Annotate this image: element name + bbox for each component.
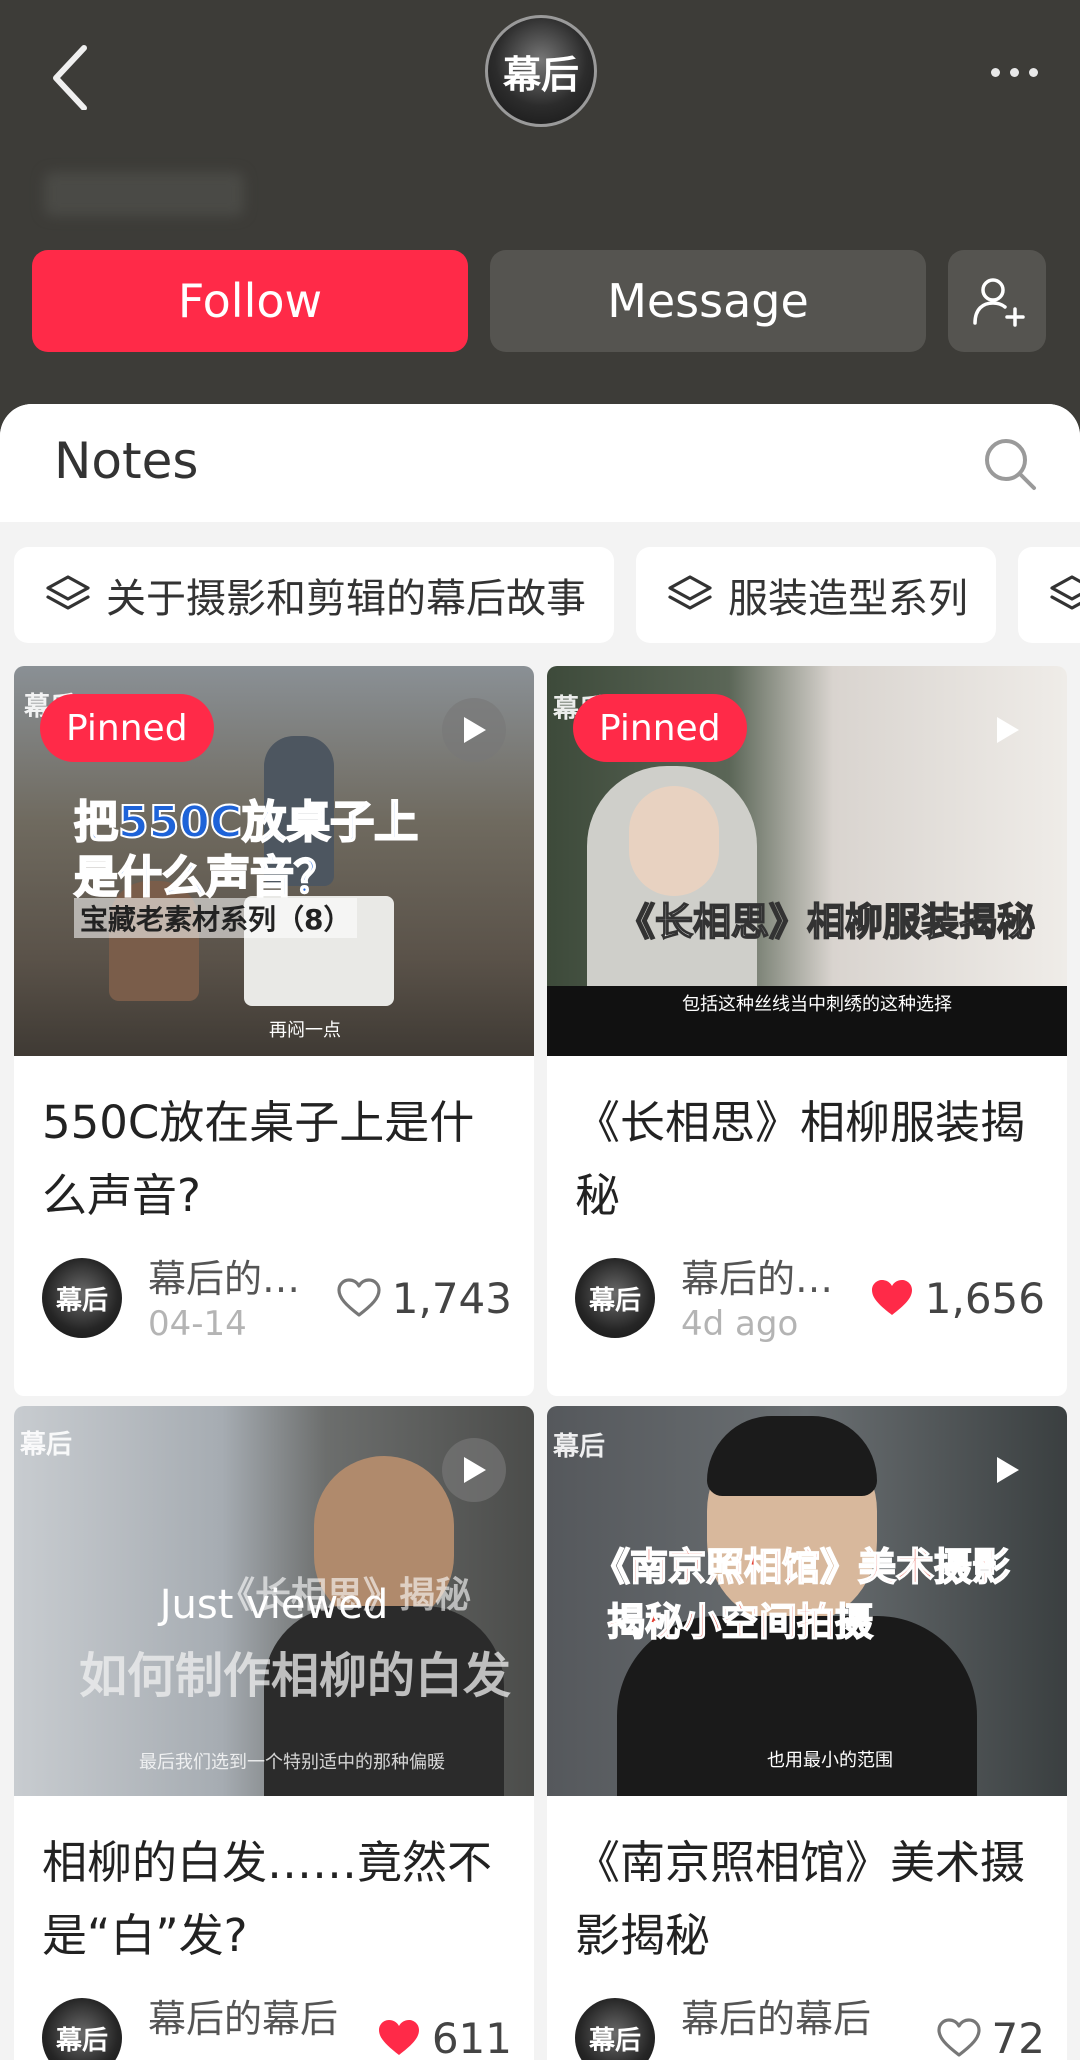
channel-watermark: 幕后	[553, 1432, 606, 1462]
face-shape	[629, 786, 719, 896]
notes-panel: Notes 关于摄影和剪辑的幕后故事 服装造型系列 Pinned 把550C放桌…	[0, 404, 1080, 2060]
like-button[interactable]: 611	[376, 2012, 512, 2060]
collection-chip-label: 关于摄影和剪辑的幕后故事	[106, 576, 586, 622]
avatar-logo-text: 幕后	[55, 2025, 108, 2056]
search-button[interactable]	[980, 434, 1040, 494]
play-button[interactable]	[442, 698, 506, 762]
author-name[interactable]: 幕后的幕后	[681, 1988, 871, 2043]
heart-filled-icon	[871, 1280, 912, 1315]
collection-chip[interactable]: 服装造型系列	[636, 547, 996, 643]
note-title[interactable]: 《南京照相馆》美术摄影揭秘	[575, 1826, 1043, 1972]
thumbnail-series-label: 宝藏老素材系列（8）	[74, 898, 358, 938]
message-button[interactable]: Message	[490, 250, 926, 352]
play-icon	[997, 717, 1019, 743]
more-dot-icon	[1009, 67, 1019, 77]
back-button[interactable]	[44, 40, 104, 111]
play-icon	[464, 717, 486, 743]
video-thumbnail[interactable]: 幕后 Pinned 《长相思》相柳服装揭秘 包括这种丝线当中刺绣的这种选择	[547, 666, 1067, 1056]
note-card[interactable]: 幕后 Just viewed 《长相思》揭秘 如何制作相柳的白发 最后我们选到一…	[14, 1406, 534, 2060]
thumbnail-headline: 《长相思》相柳服装揭秘	[616, 899, 1036, 945]
more-dot-icon	[1028, 67, 1038, 77]
thumbnail-subtitle: 再闷一点	[269, 1020, 341, 1041]
play-button[interactable]	[975, 698, 1039, 762]
thumbnail-subtitle: 也用最小的范围	[767, 1750, 893, 1771]
more-dot-icon	[990, 67, 1000, 77]
author-name[interactable]: 幕后的…	[148, 1248, 300, 1303]
note-author-row: 幕后 幕后的幕后 72	[575, 1988, 1045, 2060]
like-count: 611	[431, 2013, 512, 2060]
chevron-left-icon	[53, 45, 87, 111]
author-name[interactable]: 幕后的幕后	[148, 1988, 338, 2043]
post-date: 4d ago	[681, 1304, 799, 1344]
note-title[interactable]: 550C放在桌子上是什么声音?	[42, 1086, 510, 1232]
author-avatar[interactable]: 幕后	[42, 1258, 122, 1338]
video-thumbnail[interactable]: 幕后 Pinned 把550C放桌子上 是什么声音？ 宝藏老素材系列（8） 再闷…	[14, 666, 534, 1056]
avatar-logo-text: 幕后	[502, 52, 579, 97]
like-count: 1,656	[924, 1273, 1045, 1323]
profile-avatar[interactable]: 幕后	[485, 15, 597, 127]
add-friend-button[interactable]	[948, 250, 1046, 352]
note-title[interactable]: 相柳的白发……竟然不是“白”发?	[42, 1826, 510, 1972]
author-avatar[interactable]: 幕后	[42, 1998, 122, 2060]
layers-icon	[668, 575, 712, 610]
search-icon	[985, 439, 1036, 490]
like-button[interactable]: 1,743	[336, 1272, 512, 1324]
just-viewed-label: Just viewed	[159, 1582, 389, 1628]
note-card[interactable]: 幕后 《南京照相馆》美术摄影 揭秘小空间拍摄 也用最小的范围 《南京照相馆》美术…	[547, 1406, 1067, 2060]
collection-chip-label: 服装造型系列	[728, 576, 968, 622]
avatar-logo-text: 幕后	[588, 2025, 641, 2056]
follow-button[interactable]: Follow	[32, 250, 468, 352]
author-avatar[interactable]: 幕后	[575, 1998, 655, 2060]
like-count: 72	[991, 2013, 1045, 2060]
video-thumbnail[interactable]: 幕后 Just viewed 《长相思》揭秘 如何制作相柳的白发 最后我们选到一…	[14, 1406, 534, 1796]
post-date: 04-14	[148, 1304, 247, 1344]
like-button[interactable]: 72	[936, 2012, 1045, 2060]
profile-header: 幕后 Follow Message	[0, 0, 1080, 410]
notes-tab[interactable]: Notes	[54, 432, 198, 490]
author-avatar[interactable]: 幕后	[575, 1258, 655, 1338]
add-user-icon	[973, 278, 1025, 327]
note-card[interactable]: 幕后 Pinned 《长相思》相柳服装揭秘 包括这种丝线当中刺绣的这种选择 《长…	[547, 666, 1067, 1396]
video-thumbnail[interactable]: 幕后 《南京照相馆》美术摄影 揭秘小空间拍摄 也用最小的范围	[547, 1406, 1067, 1796]
play-icon	[997, 1457, 1019, 1483]
collection-chips: 关于摄影和剪辑的幕后故事 服装造型系列	[14, 547, 1080, 647]
thumbnail-subtitle: 包括这种丝线当中刺绣的这种选择	[682, 994, 952, 1015]
more-options-button[interactable]	[974, 48, 1054, 96]
thumbnail-headline: 揭秘小空间拍摄	[606, 1599, 874, 1645]
thumbnail-subtitle: 最后我们选到一个特别适中的那种偏暖	[139, 1752, 445, 1773]
play-button[interactable]	[442, 1438, 506, 1502]
avatar-logo-text: 幕后	[588, 1285, 641, 1316]
layers-icon	[1050, 575, 1080, 610]
play-icon	[464, 1457, 486, 1483]
channel-watermark: 幕后	[20, 1430, 73, 1460]
like-count: 1,743	[391, 1273, 512, 1323]
note-author-row: 幕后 幕后的… 4d ago 1,656	[575, 1248, 1045, 1348]
profile-action-row: Follow Message	[32, 250, 1048, 352]
note-author-row: 幕后 幕后的… 04-14 1,743	[42, 1248, 512, 1348]
pinned-badge: Pinned	[573, 694, 747, 762]
layers-icon	[46, 575, 90, 610]
author-name[interactable]: 幕后的…	[681, 1248, 833, 1303]
heart-outline-icon	[337, 1278, 381, 1317]
note-title[interactable]: 《长相思》相柳服装揭秘	[575, 1086, 1043, 1232]
notes-tab-bar: Notes	[0, 404, 1080, 522]
heart-filled-icon	[378, 2020, 419, 2055]
thumbnail-headline: 是什么声音？	[73, 851, 339, 904]
note-author-row: 幕后 幕后的幕后 611	[42, 1988, 512, 2060]
note-card[interactable]: 幕后 Pinned 把550C放桌子上 是什么声音？ 宝藏老素材系列（8） 再闷…	[14, 666, 534, 1396]
thumbnail-headline: 《南京照相馆》美术摄影	[591, 1544, 1011, 1590]
play-button[interactable]	[975, 1438, 1039, 1502]
thumbnail-headline: 如何制作相柳的白发	[79, 1648, 512, 1704]
pinned-badge: Pinned	[40, 694, 214, 762]
collection-chip[interactable]: 关于摄影和剪辑的幕后故事	[14, 547, 614, 643]
avatar-logo-text: 幕后	[55, 1285, 108, 1316]
like-button[interactable]: 1,656	[869, 1272, 1045, 1324]
heart-outline-icon	[936, 2018, 981, 2057]
collection-chip[interactable]	[1018, 547, 1080, 643]
hair-shape	[707, 1416, 877, 1496]
blurred-account-name	[44, 172, 244, 216]
